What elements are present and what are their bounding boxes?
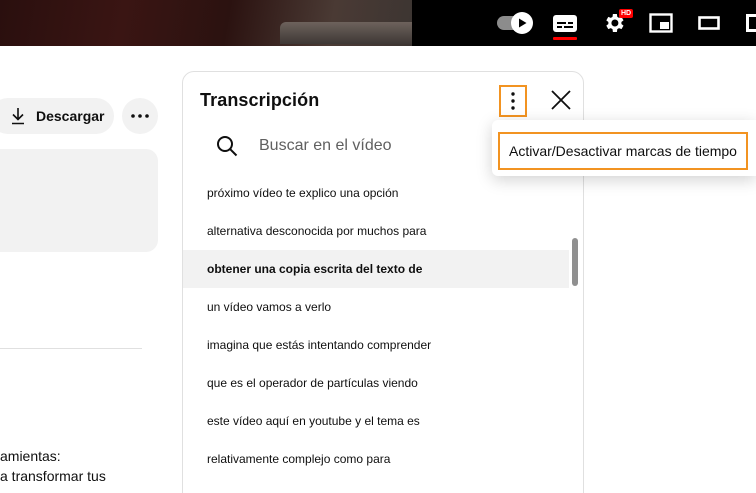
transcript-segment[interactable]: este vídeo aquí en youtube y el tema es <box>183 402 569 440</box>
page: HD Descargar amientas: a transformar tus <box>0 0 756 493</box>
video-player-controls: HD <box>0 0 756 46</box>
autoplay-toggle-icon <box>497 12 533 34</box>
segment-text: alternativa desconocida por muchos para <box>207 224 427 238</box>
hd-badge: HD <box>619 9 634 18</box>
theater-mode-button[interactable] <box>695 8 723 38</box>
download-label: Descargar <box>36 108 105 124</box>
kebab-menu-icon <box>511 92 515 110</box>
miniplayer-icon <box>649 13 673 33</box>
description-line: a transformar tus <box>0 468 106 484</box>
segment-text: este vídeo aquí en youtube y el tema es <box>207 414 420 428</box>
toggle-timestamps-menu-item[interactable]: Activar/Desactivar marcas de tiempo <box>498 132 748 170</box>
subtitles-active-indicator <box>553 37 577 40</box>
transcript-segment[interactable]: alternativa desconocida por muchos para <box>183 212 569 250</box>
transcript-segment[interactable]: que es el operador de partículas viendo <box>183 364 569 402</box>
video-frame[interactable] <box>0 0 412 46</box>
close-transcript-button[interactable] <box>547 86 575 114</box>
transcript-segment[interactable]: próximo vídeo te explico una opción <box>183 174 569 212</box>
miniplayer-button[interactable] <box>647 8 675 38</box>
transcript-title: Transcripción <box>200 90 320 110</box>
subtitles-icon <box>553 14 577 32</box>
transcript-segment-active[interactable]: obtener una copia escrita del texto de <box>183 250 569 288</box>
close-icon <box>551 90 571 110</box>
segment-text: relativamente complejo como para <box>207 452 391 466</box>
download-button[interactable]: Descargar <box>0 98 114 134</box>
transcript-scrollbar[interactable] <box>572 238 578 286</box>
transcript-segment[interactable]: imagina que estás intentando comprender <box>183 326 569 364</box>
transcript-segment-list: próximo vídeo te explico una opción alte… <box>183 174 569 478</box>
description-box[interactable] <box>0 149 158 252</box>
segment-text: imagina que estás intentando comprender <box>207 338 432 352</box>
description-line: amientas: <box>0 448 61 464</box>
transcript-segment[interactable]: un vídeo vamos a verlo <box>183 288 569 326</box>
segment-text: obtener una copia escrita del texto de <box>207 262 423 276</box>
transcript-menu-button[interactable] <box>499 85 527 117</box>
download-icon <box>12 108 24 125</box>
search-icon <box>217 136 238 157</box>
segment-text: un vídeo vamos a verlo <box>207 300 332 314</box>
transcript-search-input[interactable] <box>259 132 499 160</box>
autoplay-toggle[interactable] <box>496 8 533 38</box>
segment-text: próximo vídeo te explico una opción <box>207 186 399 200</box>
toggle-timestamps-label: Activar/Desactivar marcas de tiempo <box>509 143 737 159</box>
segment-text: que es el operador de partículas viendo <box>207 376 418 390</box>
more-actions-button[interactable] <box>122 98 158 134</box>
transcript-segment[interactable]: relativamente complejo como para <box>183 440 569 478</box>
subtitles-button[interactable] <box>549 8 581 40</box>
fullscreen-icon[interactable] <box>746 14 756 32</box>
more-horizontal-icon <box>131 114 149 118</box>
theater-mode-icon <box>698 16 720 30</box>
transcript-options-menu: Activar/Desactivar marcas de tiempo <box>492 120 756 176</box>
description-text: amientas: a transformar tus <box>0 446 106 486</box>
divider <box>0 348 142 349</box>
